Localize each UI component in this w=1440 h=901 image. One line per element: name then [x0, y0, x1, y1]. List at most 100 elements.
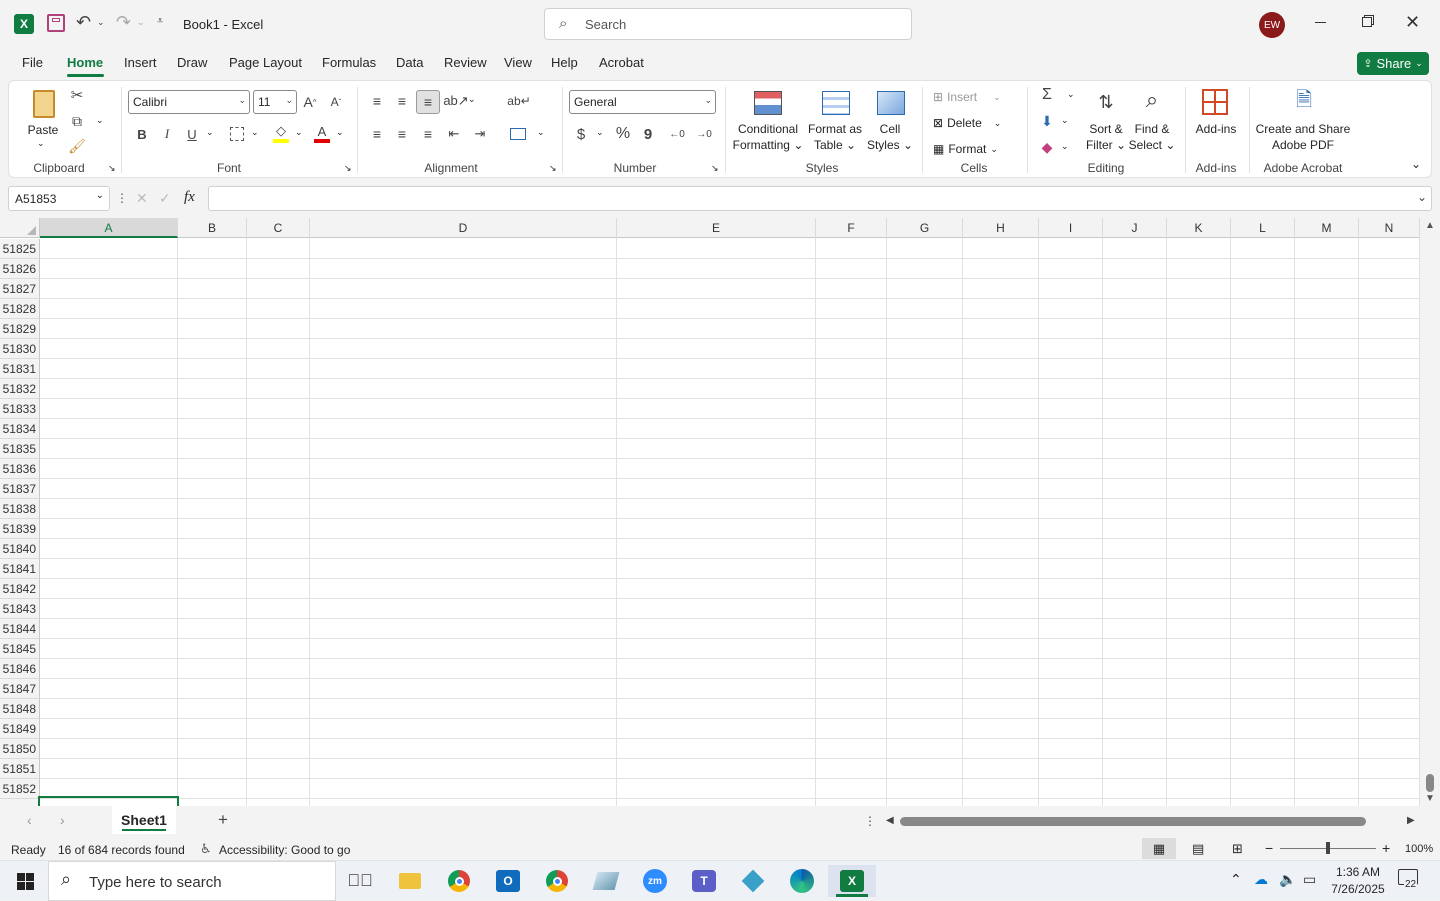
sheet-tab-sheet1[interactable]: Sheet1	[112, 806, 176, 834]
task-view-icon[interactable]: ▯⃞	[340, 865, 380, 897]
conditional-formatting-icon[interactable]	[753, 89, 783, 117]
column-header-g[interactable]: G	[887, 218, 963, 238]
paste-button-label[interactable]: Paste	[25, 122, 61, 138]
normal-view-icon[interactable]: ▦	[1142, 838, 1176, 859]
insert-cells-button[interactable]: ⊞ Insert ⌄	[933, 87, 1013, 107]
notes-app-icon[interactable]	[586, 865, 626, 897]
tab-formulas[interactable]: Formulas	[322, 55, 376, 70]
undo-icon[interactable]: ↶	[76, 12, 91, 33]
teams-icon[interactable]: T	[684, 865, 724, 897]
bold-button[interactable]: B	[132, 124, 152, 144]
page-break-view-icon[interactable]: ⊞	[1232, 841, 1243, 857]
restore-button[interactable]	[1357, 12, 1377, 32]
align-right-icon[interactable]: ≡	[418, 124, 438, 144]
decrease-font-size-icon[interactable]: Aˇ	[327, 92, 345, 112]
find-select-label[interactable]: Find & Select ⌄	[1127, 121, 1177, 153]
tab-help[interactable]: Help	[551, 55, 578, 70]
column-header-c[interactable]: C	[247, 218, 310, 238]
fill-icon[interactable]: ⬇	[1037, 111, 1057, 131]
row-header[interactable]: 51851	[0, 759, 40, 779]
sheet-options-icon[interactable]: ⋮	[864, 814, 876, 828]
tab-data[interactable]: Data	[396, 55, 423, 70]
copy-dropdown-icon[interactable]: ⌄	[96, 115, 104, 126]
autosum-icon[interactable]: Σ	[1037, 85, 1057, 105]
top-align-icon[interactable]: ≡	[367, 91, 387, 111]
customize-qat-icon[interactable]: ⩡	[157, 15, 163, 28]
taskbar-date[interactable]: 7/26/2025	[1328, 882, 1388, 896]
tab-draw[interactable]: Draw	[177, 55, 207, 70]
borders-icon[interactable]	[227, 124, 247, 144]
align-left-icon[interactable]: ≡	[367, 124, 387, 144]
chrome-profile-icon[interactable]	[537, 865, 577, 897]
tab-view[interactable]: View	[504, 55, 532, 70]
zoom-out-icon[interactable]: −	[1265, 840, 1273, 856]
row-header[interactable]: 51850	[0, 739, 40, 759]
font-color-dropdown-icon[interactable]: ⌄	[336, 127, 344, 138]
tab-file[interactable]: File	[22, 55, 43, 70]
cell-styles-label[interactable]: Cell Styles ⌄	[865, 121, 915, 153]
copy-icon[interactable]: ⧉	[67, 111, 87, 131]
row-header[interactable]: 51828	[0, 299, 40, 319]
row-header[interactable]: 51837	[0, 479, 40, 499]
fill-color-dropdown-icon[interactable]: ⌄	[295, 127, 303, 138]
format-painter-icon[interactable]: 🖌	[67, 136, 87, 156]
column-header-k[interactable]: K	[1167, 218, 1231, 238]
middle-align-icon[interactable]: ≡	[392, 91, 412, 111]
add-ins-label[interactable]: Add-ins	[1191, 121, 1241, 137]
row-header[interactable]: 51831	[0, 359, 40, 379]
column-header-a[interactable]: A	[40, 218, 178, 238]
column-header-n[interactable]: N	[1359, 218, 1420, 238]
volume-icon[interactable]: 🔈	[1279, 871, 1296, 888]
redo-icon[interactable]: ↷	[116, 12, 131, 33]
more-options-icon[interactable]: ⋮	[116, 191, 128, 205]
windows-start-icon[interactable]	[4, 865, 46, 897]
row-header[interactable]: 51845	[0, 639, 40, 659]
create-share-pdf-label[interactable]: Create and Share Adobe PDF	[1251, 121, 1355, 153]
bottom-align-icon[interactable]: ≡	[416, 90, 440, 114]
merge-center-icon[interactable]	[508, 124, 528, 144]
row-header[interactable]: 51836	[0, 459, 40, 479]
enter-icon[interactable]: ✓	[159, 190, 171, 207]
taskbar-search-box[interactable]: ⌕ Type here to search	[48, 861, 336, 901]
column-header-m[interactable]: M	[1295, 218, 1359, 238]
row-header[interactable]: 51835	[0, 439, 40, 459]
zoom-level[interactable]: 100%	[1405, 843, 1433, 855]
add-sheet-icon[interactable]: +	[218, 810, 228, 830]
accessibility-icon[interactable]: ♿	[200, 841, 212, 857]
row-header[interactable]: 51847	[0, 679, 40, 699]
paste-dropdown-icon[interactable]: ⌄	[37, 138, 45, 149]
collapse-ribbon-icon[interactable]: ⌄	[1411, 157, 1421, 171]
row-header[interactable]: 51825	[0, 239, 40, 259]
insert-function-icon[interactable]: fx	[184, 189, 195, 206]
row-header[interactable]: 51832	[0, 379, 40, 399]
file-explorer-icon[interactable]	[390, 865, 430, 897]
save-icon[interactable]	[47, 14, 65, 32]
row-header[interactable]: 51848	[0, 699, 40, 719]
row-header[interactable]: 51826	[0, 259, 40, 279]
outlook-icon[interactable]: O	[488, 865, 528, 897]
row-header-partial[interactable]	[0, 799, 40, 806]
worksheet-grid[interactable]: ABCDEFGHIJKLMN 51825 51826 51827 51828 51829…	[0, 218, 1420, 806]
accessibility-status[interactable]: Accessibility: Good to go	[219, 843, 350, 857]
underline-dropdown-icon[interactable]: ⌄	[206, 127, 214, 138]
row-header[interactable]: 51827	[0, 279, 40, 299]
row-header[interactable]: 51830	[0, 339, 40, 359]
zoom-in-icon[interactable]: +	[1382, 840, 1390, 856]
clear-dropdown-icon[interactable]: ⌄	[1061, 141, 1069, 152]
onedrive-icon[interactable]: ☁	[1254, 871, 1268, 888]
increase-indent-icon[interactable]: ⇥	[470, 124, 490, 144]
row-header[interactable]: 51841	[0, 559, 40, 579]
chrome-icon[interactable]	[439, 865, 479, 897]
format-as-table-label[interactable]: Format as Table ⌄	[805, 121, 865, 153]
share-button[interactable]: ⇪ Share ⌄	[1357, 52, 1429, 75]
row-header[interactable]: 51833	[0, 399, 40, 419]
app-diamond-icon[interactable]	[733, 865, 773, 897]
zoom-icon[interactable]: zm	[635, 865, 675, 897]
orientation-dropdown-icon[interactable]: ⌄	[468, 94, 476, 105]
sort-filter-icon[interactable]: ⇅	[1091, 87, 1121, 117]
fill-dropdown-icon[interactable]: ⌄	[1061, 115, 1069, 126]
name-box[interactable]: A51853 ⌄	[8, 186, 110, 211]
cell-styles-icon[interactable]	[876, 89, 906, 117]
delete-cells-button[interactable]: ⊠ Delete ⌄	[933, 113, 1013, 133]
show-hidden-icons[interactable]: ⌃	[1230, 871, 1242, 888]
